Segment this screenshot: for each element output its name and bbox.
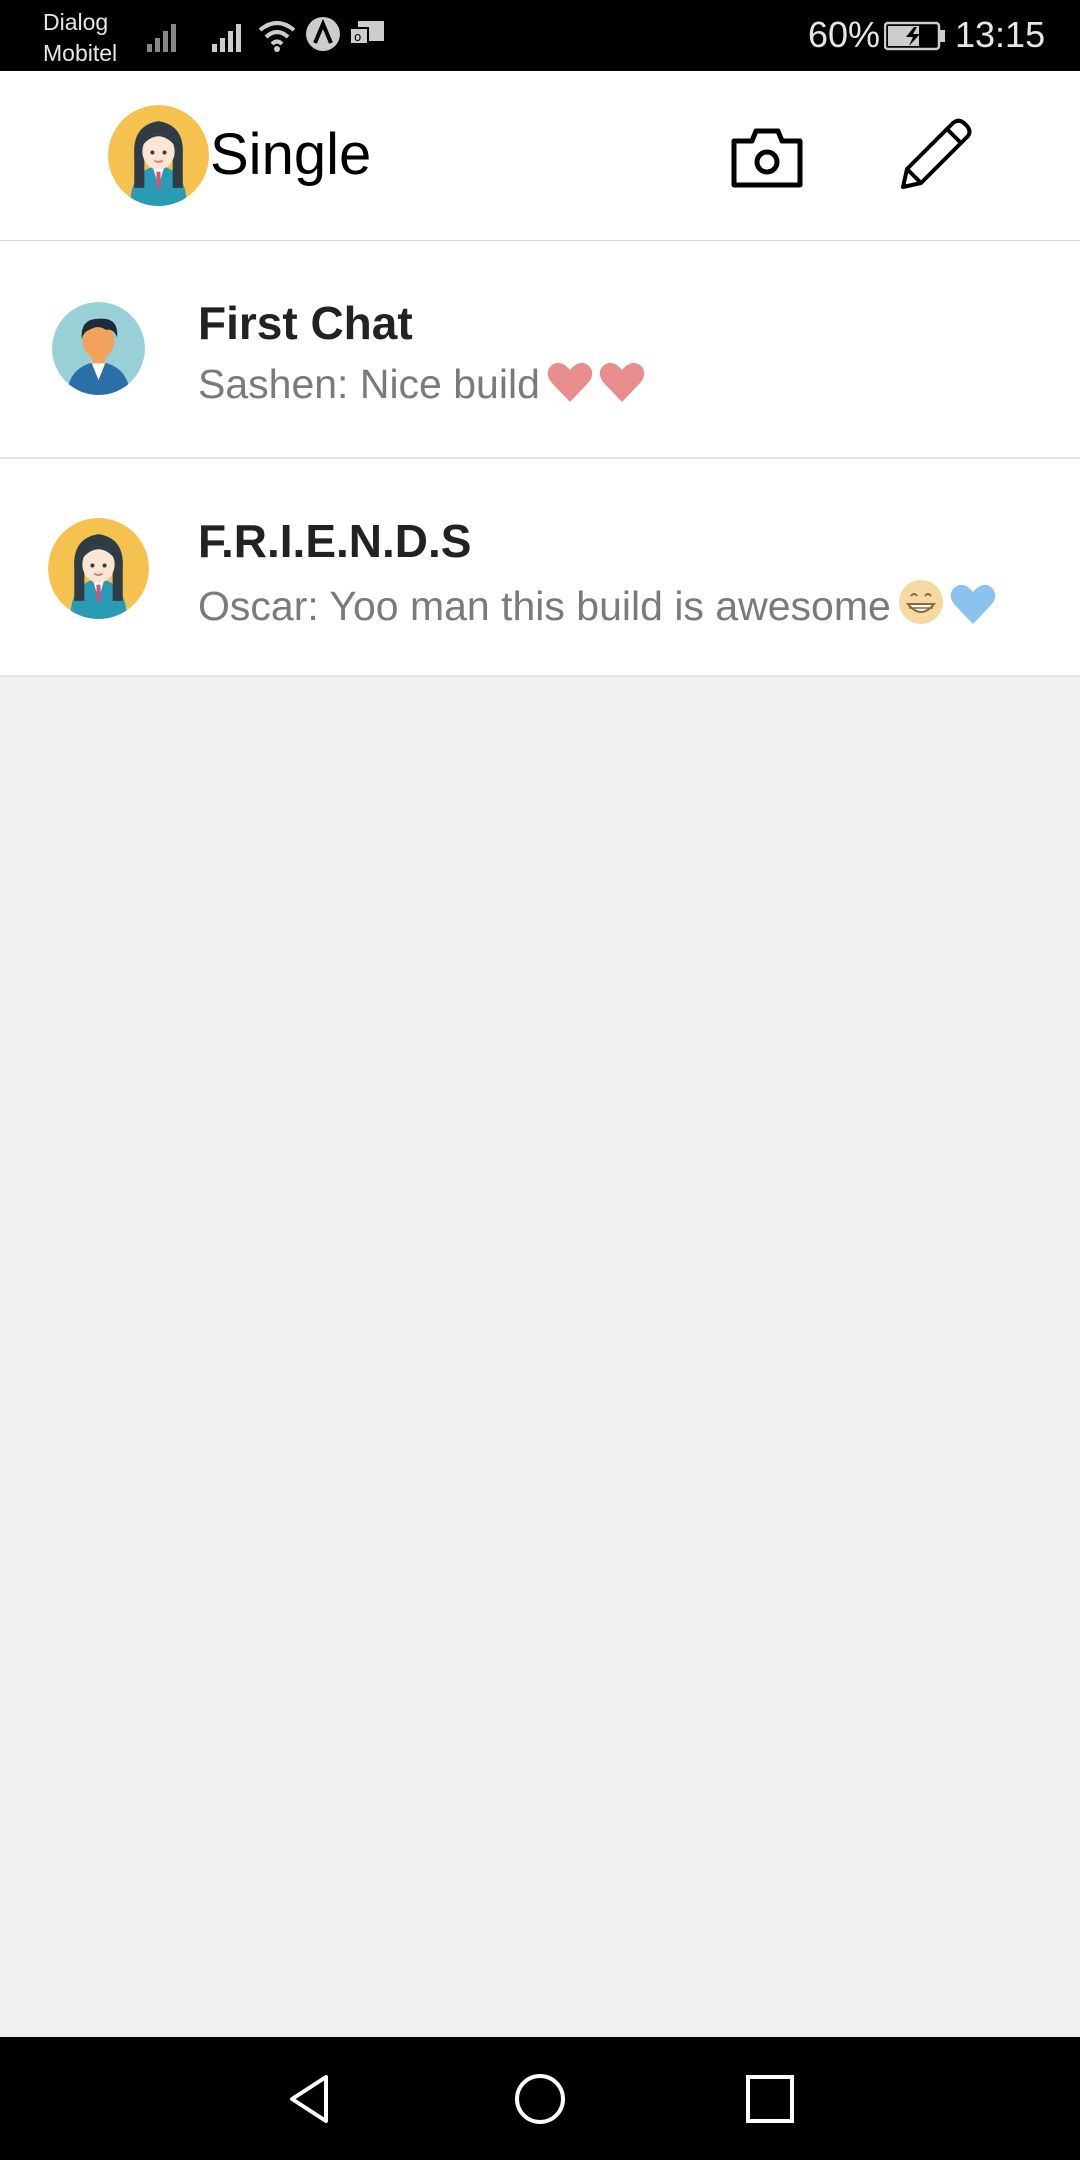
carrier-names: Dialog Mobitel bbox=[43, 7, 117, 69]
camera-button[interactable] bbox=[730, 125, 804, 191]
recents-button[interactable] bbox=[742, 2071, 798, 2127]
status-bar: Dialog Mobitel o 60% 13:15 bbox=[0, 0, 1080, 71]
message-icon: o bbox=[349, 21, 384, 45]
chat-avatar bbox=[52, 302, 145, 395]
back-button[interactable] bbox=[282, 2071, 338, 2127]
carrier-secondary: Mobitel bbox=[43, 40, 118, 66]
recents-icon bbox=[746, 2075, 794, 2123]
profile-avatar[interactable] bbox=[108, 105, 209, 206]
chat-preview: Sashen: Nice build bbox=[198, 360, 646, 414]
signal-icon bbox=[212, 24, 241, 52]
app-notification-icon bbox=[306, 17, 340, 51]
chat-item-first-chat[interactable]: First Chat Sashen: Nice build bbox=[0, 241, 1080, 459]
chat-item-friends[interactable]: F.R.I.E.N.D.S Oscar: Yoo man this build … bbox=[0, 459, 1080, 677]
pencil-icon bbox=[901, 118, 972, 189]
woman-avatar-icon bbox=[108, 105, 209, 206]
woman-avatar-icon bbox=[48, 518, 149, 619]
chat-name: F.R.I.E.N.D.S bbox=[198, 515, 472, 567]
back-icon bbox=[290, 2075, 328, 2123]
navigation-bar bbox=[0, 2037, 1080, 2160]
camera-icon bbox=[731, 128, 803, 188]
grinning-face-icon bbox=[897, 578, 945, 636]
app-bar: Single bbox=[0, 71, 1080, 240]
battery-charging-icon bbox=[884, 21, 945, 51]
chat-list: First Chat Sashen: Nice build F.R.I.E.N.… bbox=[0, 241, 1080, 677]
wifi-icon bbox=[258, 21, 296, 52]
chat-name: First Chat bbox=[198, 297, 413, 349]
clock: 13:15 bbox=[955, 14, 1046, 55]
svg-text:o: o bbox=[354, 30, 361, 44]
blue-heart-icon bbox=[949, 582, 997, 636]
red-heart-icon bbox=[598, 360, 646, 414]
compose-button[interactable] bbox=[895, 115, 975, 195]
carrier-primary: Dialog bbox=[43, 9, 109, 35]
man-avatar-icon bbox=[52, 302, 145, 395]
chat-preview: Oscar: Yoo man this build is awesome bbox=[198, 578, 997, 636]
app-title: Single bbox=[210, 122, 372, 187]
red-heart-icon bbox=[546, 360, 594, 414]
signal-icon bbox=[147, 24, 176, 52]
home-button[interactable] bbox=[512, 2071, 568, 2127]
battery-percent: 60% bbox=[808, 14, 881, 55]
chat-avatar bbox=[48, 518, 149, 619]
chat-preview-text: Oscar: Yoo man this build is awesome bbox=[198, 583, 891, 629]
chat-preview-text: Sashen: Nice build bbox=[198, 361, 540, 407]
home-icon bbox=[515, 2074, 565, 2124]
